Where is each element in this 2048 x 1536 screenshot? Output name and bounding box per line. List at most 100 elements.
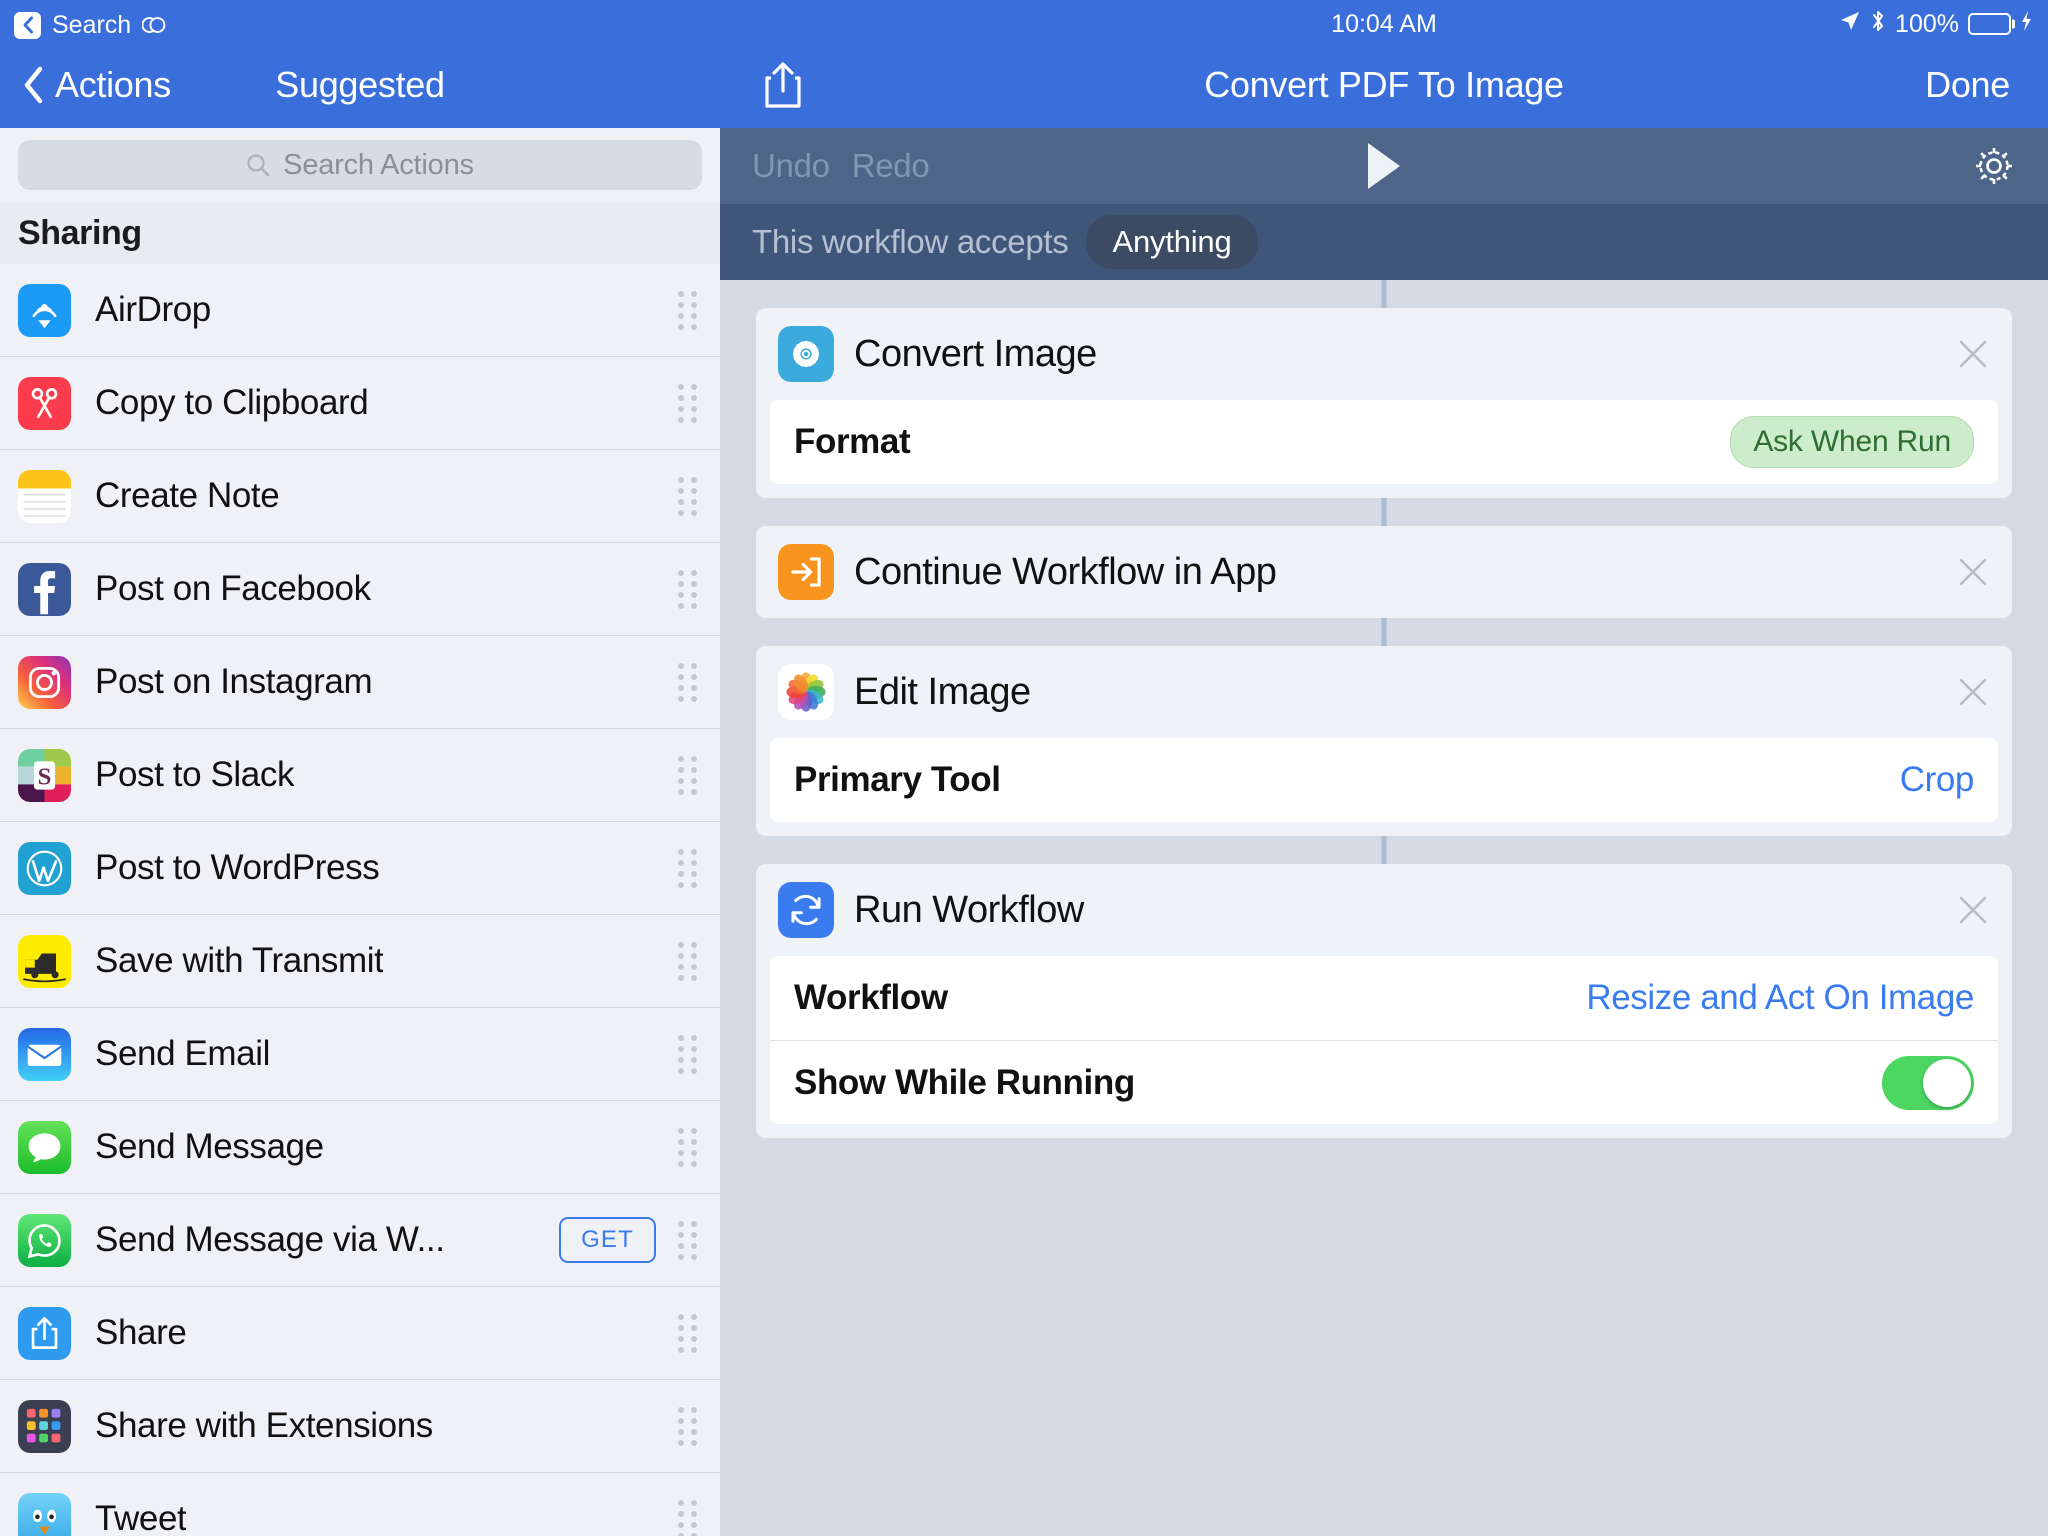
transmit-truck-icon (18, 934, 71, 988)
show-while-running-toggle[interactable] (1882, 1055, 1974, 1110)
drag-handle-icon[interactable] (678, 662, 704, 702)
action-parameter-row[interactable]: Format Ask When Run (770, 400, 1998, 484)
close-icon[interactable] (1956, 893, 1990, 927)
tweetbot-icon (18, 1492, 71, 1536)
action-list-item[interactable]: Copy to Clipboard (0, 357, 720, 450)
messages-icon (18, 1120, 71, 1174)
search-input[interactable]: Search Actions (18, 140, 702, 190)
ask-when-run-pill[interactable]: Ask When Run (1730, 416, 1974, 468)
action-card-header: Convert Image (756, 308, 2012, 400)
close-icon[interactable] (1956, 555, 1990, 589)
status-back-to-search[interactable]: Search (14, 6, 170, 44)
notes-icon (18, 469, 71, 523)
action-card-title: Edit Image (854, 670, 1031, 713)
action-list-item-label: Post on Facebook (95, 569, 371, 608)
action-list-item[interactable]: Post to WordPress (0, 822, 720, 915)
action-list-item[interactable]: Create Note (0, 450, 720, 543)
facebook-icon (18, 562, 71, 616)
workflow-accepts-bar: This workflow accepts Anything (720, 204, 2048, 280)
drag-handle-icon[interactable] (678, 569, 704, 609)
action-card-title: Convert Image (854, 332, 1097, 375)
accepts-type-pill[interactable]: Anything (1086, 215, 1258, 269)
drag-handle-icon[interactable] (678, 755, 704, 795)
back-to-actions-button[interactable]: Actions (22, 64, 171, 106)
done-button[interactable]: Done (1925, 64, 2010, 106)
action-list-item[interactable]: Send Email (0, 1008, 720, 1101)
actions-list[interactable]: AirDrop Copy to Clipboard Create Note Post … (0, 264, 720, 1536)
toggle-knob (1923, 1058, 1971, 1107)
close-icon[interactable] (1956, 337, 1990, 371)
action-list-item-label: Post to WordPress (95, 848, 380, 887)
search-icon (246, 153, 271, 178)
workflow-editor: 10:04 AM 100% Convert PDF To Image Done … (720, 0, 2048, 1536)
parameter-value[interactable]: Crop (1900, 760, 1975, 800)
battery-percent-label: 100% (1895, 9, 1959, 38)
action-card-body: Primary Tool Crop (770, 738, 1998, 822)
drag-handle-icon[interactable] (678, 1313, 704, 1353)
location-arrow-icon (1839, 10, 1861, 39)
wordpress-icon (18, 841, 71, 895)
action-parameter-row[interactable]: Primary Tool Crop (770, 738, 1998, 822)
action-list-item[interactable]: Post on Instagram (0, 636, 720, 729)
action-parameter-row[interactable]: Workflow Resize and Act On Image (770, 956, 1998, 1040)
action-list-item[interactable]: Post on Facebook (0, 543, 720, 636)
extensions-grid-icon (18, 1399, 71, 1453)
sidebar-header: Search Actions Suggested (0, 0, 720, 128)
action-list-item[interactable]: Send Message via W... GET (0, 1194, 720, 1287)
action-card-header: Edit Image (756, 646, 2012, 738)
action-list-item[interactable]: Share with Extensions (0, 1380, 720, 1473)
action-list-item-label: Post to Slack (95, 755, 295, 794)
drag-handle-icon[interactable] (678, 290, 704, 330)
lightning-bolt-icon (2020, 10, 2032, 39)
search-bar-container: Search Actions (0, 128, 720, 202)
get-button[interactable]: GET (559, 1217, 656, 1263)
action-parameter-row[interactable]: Show While Running (770, 1040, 1998, 1124)
drag-handle-icon[interactable] (678, 1127, 704, 1167)
workflow-title: Convert PDF To Image (1204, 64, 1564, 105)
action-list-item[interactable]: Save with Transmit (0, 915, 720, 1008)
action-connector-line (1381, 618, 1387, 646)
scissors-icon (18, 376, 71, 430)
action-list-item[interactable]: S Post to Slack (0, 729, 720, 822)
workflow-loop-icon (141, 11, 170, 39)
action-list-item[interactable]: Send Message (0, 1101, 720, 1194)
drag-handle-icon[interactable] (678, 476, 704, 516)
mail-icon (18, 1027, 71, 1081)
drag-handle-icon[interactable] (678, 848, 704, 888)
parameter-label: Format (794, 422, 911, 461)
parameter-value[interactable]: Resize and Act On Image (1586, 978, 1974, 1018)
action-list-item-label: Send Message (95, 1127, 324, 1166)
drag-handle-icon[interactable] (678, 383, 704, 423)
undo-button[interactable]: Undo (752, 147, 830, 185)
drag-handle-icon[interactable] (678, 1220, 704, 1260)
share-export-icon[interactable] (762, 61, 804, 109)
continue-workflow-icon (778, 544, 834, 600)
drag-handle-icon[interactable] (678, 1406, 704, 1446)
action-list-item-label: Copy to Clipboard (95, 383, 369, 422)
close-icon[interactable] (1956, 675, 1990, 709)
action-list-item[interactable]: Share (0, 1287, 720, 1380)
action-list-item-label: Send Message via W... (95, 1220, 445, 1259)
search-placeholder: Search Actions (283, 148, 474, 181)
drag-handle-icon[interactable] (678, 941, 704, 981)
parameter-label: Workflow (794, 978, 948, 1017)
drag-handle-icon[interactable] (678, 1034, 704, 1074)
action-list-item-label: Post on Instagram (95, 662, 373, 701)
whatsapp-icon (18, 1213, 71, 1267)
action-list-item[interactable]: Tweet (0, 1473, 720, 1536)
app-root: Search Actions Suggested Search Actions … (0, 0, 2048, 1536)
action-card-title: Run Workflow (854, 888, 1084, 931)
action-card[interactable]: Edit Image Primary Tool Crop (756, 646, 2012, 836)
slack-icon: S (18, 748, 71, 802)
parameter-label: Show While Running (794, 1062, 1135, 1102)
action-card[interactable]: Convert Image Format Ask When Run (756, 308, 2012, 498)
redo-button[interactable]: Redo (852, 147, 930, 185)
action-list-item[interactable]: AirDrop (0, 264, 720, 357)
action-cards-container: Convert Image Format Ask When Run Continue … (756, 308, 2012, 1138)
action-list-item-label: Create Note (95, 476, 280, 515)
gear-icon[interactable] (1972, 144, 2016, 188)
action-card[interactable]: Run Workflow Workflow Resize and Act On Im… (756, 864, 2012, 1138)
action-card[interactable]: Continue Workflow in App (756, 526, 2012, 618)
battery-full-icon (1968, 13, 2015, 35)
drag-handle-icon[interactable] (678, 1499, 704, 1536)
